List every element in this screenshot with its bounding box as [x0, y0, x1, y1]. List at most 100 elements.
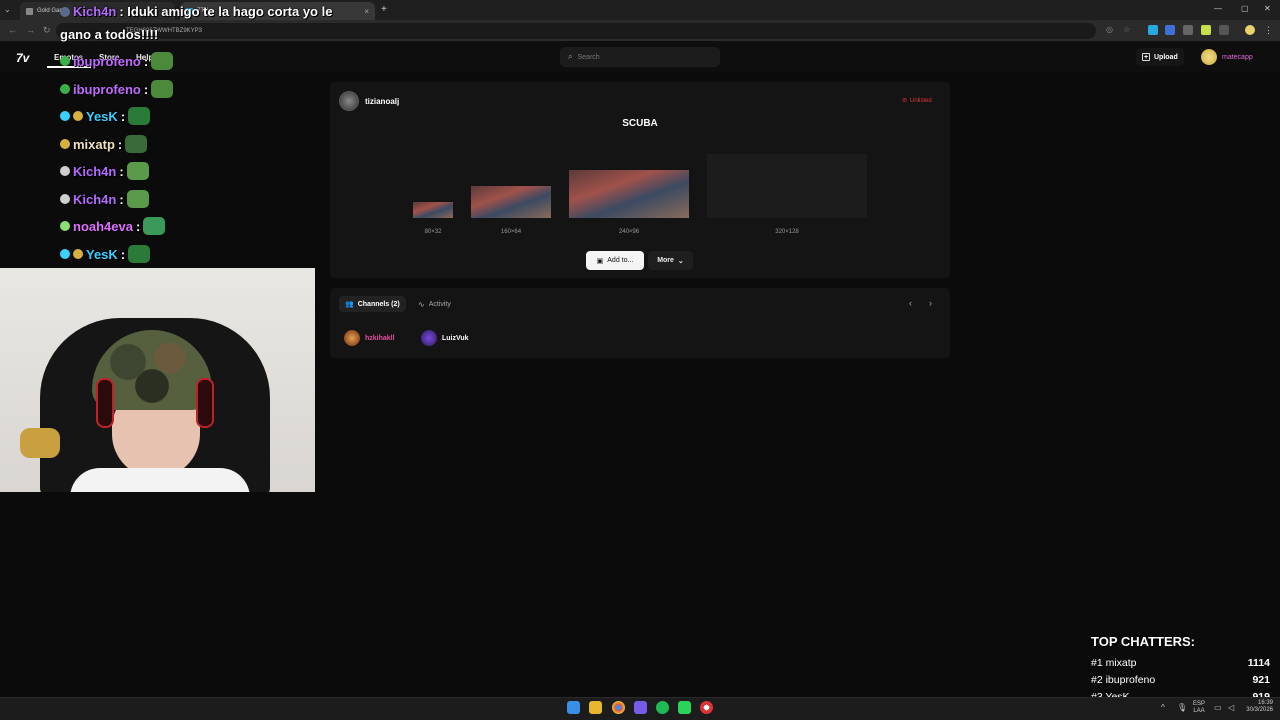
chat-message: noah4eva: [60, 217, 166, 235]
add-to-label: Add to... [607, 257, 634, 264]
star-icon[interactable]: ☆ [1123, 25, 1130, 34]
status-text: Unlisted [910, 97, 932, 104]
kebab-menu-icon[interactable]: ⋮ [1264, 25, 1273, 36]
pepe-emote-icon [151, 80, 174, 98]
chatter-rank: #1 mixatp [1091, 657, 1137, 669]
username: matecapp [1222, 53, 1253, 61]
emote-title: SCUBA [622, 118, 658, 129]
7tv-logo[interactable]: 7v [16, 51, 29, 65]
emote-preview-2x [471, 186, 551, 218]
language-indicator[interactable]: ESP LAA [1193, 701, 1205, 715]
tab-menu-icon[interactable]: ⌄ [4, 5, 11, 14]
user-menu[interactable]: matecapp [1201, 49, 1253, 65]
chat-message: gano a todos!!!! [60, 27, 158, 42]
chat-username: Kich4n [73, 4, 117, 19]
channel-item[interactable]: hzkihakll [344, 330, 395, 346]
next-page-icon[interactable]: › [929, 298, 932, 308]
file-explorer-icon[interactable] [589, 701, 602, 714]
app-icon[interactable] [634, 701, 647, 714]
clock[interactable]: 16:39 30/3/2026 [1243, 700, 1273, 714]
minimize-icon[interactable]: — [1214, 4, 1222, 13]
upload-button[interactable]: + Upload [1136, 48, 1184, 66]
tab-activity[interactable]: ∿ Activity [418, 296, 451, 312]
chat-text: : [119, 163, 124, 179]
chat-message: Kich4n: Iduki amigo te la hago corta yo … [60, 4, 332, 19]
author-name: tizianoalj [365, 96, 400, 106]
emote-author[interactable]: tizianoalj [339, 91, 399, 111]
coin-badge-icon [60, 139, 70, 149]
top-chatter-row: #2 ibuprofeno 921 [1091, 674, 1270, 686]
pepe-emote-icon [126, 190, 149, 208]
top-chatter-row: #1 mixatp 1114 [1091, 657, 1270, 669]
microphone-icon[interactable]: 🎙 [1177, 703, 1187, 712]
avatar [1201, 49, 1217, 65]
previous-page-icon[interactable]: ‹ [909, 298, 912, 308]
tab-label: Channels (2) [357, 300, 400, 308]
sword-badge-icon [60, 111, 70, 121]
address-bar[interactable]: TEGH606ZWWHTBZ9KYP3 [56, 23, 1096, 39]
chat-text: : [119, 191, 124, 207]
chat-username: YesK [86, 108, 118, 124]
chat-text: : Iduki amigo te la hago corta yo le [119, 4, 333, 19]
emote-preview-3x [569, 170, 689, 218]
size-label: 320×128 [775, 229, 799, 235]
chat-message: Kich4n: [60, 162, 149, 180]
pepe-emote-icon [125, 135, 148, 153]
reload-icon[interactable]: ↻ [43, 25, 51, 36]
clock-time: 16:39 [1257, 700, 1273, 706]
chrome-icon[interactable] [612, 701, 625, 714]
chat-message: ibuprofeno: [60, 80, 174, 98]
tab-channels[interactable]: 👥 Channels (2) [339, 296, 406, 312]
volume-icon[interactable]: ◁ [1228, 703, 1234, 712]
chat-username: mixatp [73, 136, 115, 152]
channel-name: LuizVuk [442, 334, 469, 342]
extension-icon[interactable] [1165, 25, 1175, 35]
chat-text: : [135, 218, 141, 234]
chat-username: noah4eva [73, 218, 133, 234]
back-icon[interactable]: ← [8, 25, 17, 35]
activity-icon: ∿ [418, 299, 425, 309]
forward-icon[interactable]: → [26, 25, 35, 35]
shelf-object [20, 428, 60, 458]
language-code: ESP [1193, 701, 1206, 707]
eye-off-icon[interactable]: ◎ [1106, 25, 1113, 34]
tab-label: Activity [428, 300, 451, 308]
size-label: 240×96 [618, 229, 640, 235]
chat-username: Kich4n [73, 191, 117, 207]
more-label: More [657, 257, 674, 264]
extension-icon[interactable] [1183, 25, 1193, 35]
tray-chevron-icon[interactable]: ^ [1161, 703, 1165, 712]
close-tab-icon[interactable]: × [364, 7, 369, 16]
chat-text: : [120, 108, 126, 124]
pepe-emote-icon [151, 52, 174, 70]
headset-right [196, 378, 214, 428]
size-label: 80×32 [424, 229, 442, 235]
add-to-button[interactable]: ▣ Add to... [586, 251, 644, 270]
author-avatar [339, 91, 359, 111]
channel-item[interactable]: LuizVuk [421, 330, 469, 346]
close-window-icon[interactable]: ✕ [1264, 4, 1271, 13]
chevron-down-icon: ⌄ [677, 257, 684, 265]
chat-message: Kich4n: [60, 190, 149, 208]
extensions-puzzle-icon[interactable] [1219, 25, 1229, 35]
coin-badge-icon [73, 249, 83, 259]
layout-code: LAA [1193, 708, 1205, 714]
new-tab-icon[interactable]: + [381, 4, 387, 15]
maximize-icon[interactable]: ▢ [1241, 4, 1249, 13]
network-icon[interactable]: ▭ [1214, 703, 1222, 712]
search-input[interactable]: ⌕ Search [560, 47, 720, 67]
chat-username: ibuprofeno [73, 81, 141, 97]
kick-icon[interactable] [678, 701, 691, 714]
app-icon[interactable] [700, 701, 713, 714]
profile-icon[interactable] [1245, 25, 1255, 35]
chat-text: gano a todos!!!! [60, 27, 159, 42]
badge-icon [60, 166, 70, 176]
windows-start-icon[interactable] [567, 701, 580, 714]
pepe-emote-icon [143, 217, 166, 235]
upload-label: Upload [1154, 53, 1178, 61]
extension-7tv-icon[interactable] [1148, 25, 1158, 35]
spotify-icon[interactable] [656, 701, 669, 714]
extension-icon[interactable] [1201, 25, 1211, 35]
badge-icon [60, 84, 70, 94]
more-button[interactable]: More ⌄ [648, 251, 693, 270]
